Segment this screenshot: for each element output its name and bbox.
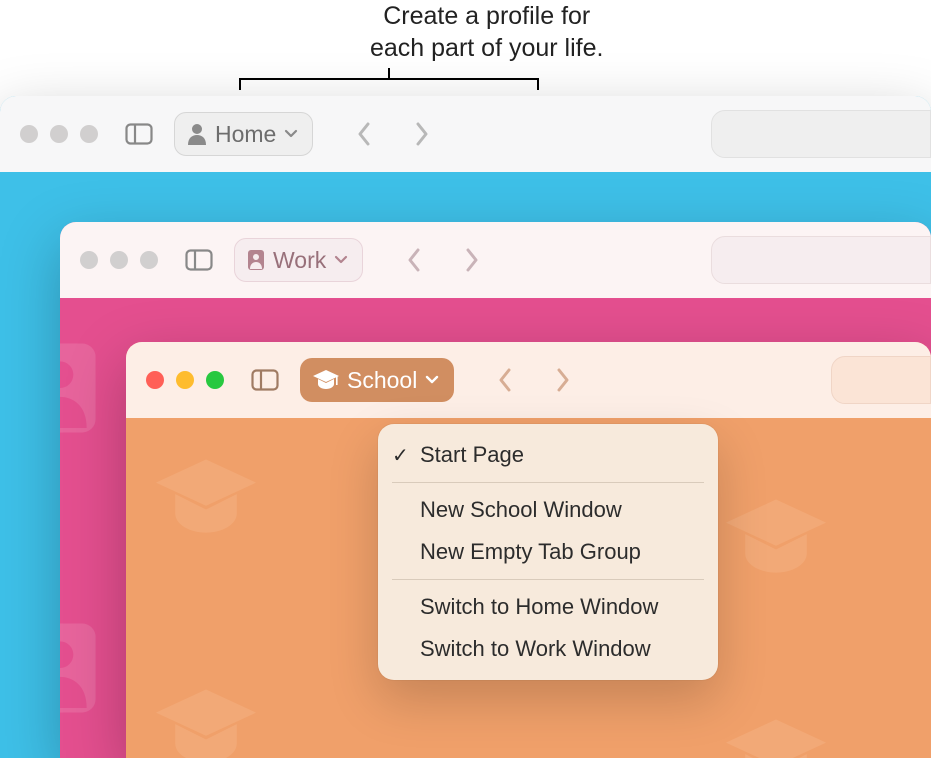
address-bar[interactable]: [711, 110, 931, 158]
back-button[interactable]: [349, 114, 379, 154]
titlebar-work: Work: [60, 222, 931, 298]
menu-item-label: New School Window: [420, 497, 622, 523]
address-bar[interactable]: [831, 356, 931, 404]
chevron-down-icon: [425, 375, 439, 385]
traffic-lights[interactable]: [20, 125, 98, 143]
close-icon[interactable]: [80, 251, 98, 269]
minimize-icon[interactable]: [110, 251, 128, 269]
profile-label: Work: [273, 247, 326, 274]
grad-cap-icon: [313, 370, 339, 390]
back-button[interactable]: [399, 240, 429, 280]
profile-selector-home[interactable]: Home: [174, 112, 313, 156]
back-button[interactable]: [490, 360, 520, 400]
sidebar-toggle-button[interactable]: [182, 245, 216, 275]
grad-cap-icon: [726, 718, 826, 758]
menu-item-switch-work[interactable]: Switch to Work Window: [378, 628, 718, 670]
fullscreen-icon[interactable]: [140, 251, 158, 269]
person-icon: [187, 123, 207, 145]
forward-button[interactable]: [457, 240, 487, 280]
menu-item-label: Switch to Work Window: [420, 636, 651, 662]
close-icon[interactable]: [146, 371, 164, 389]
forward-button[interactable]: [407, 114, 437, 154]
grad-cap-icon: [156, 458, 256, 538]
sidebar-toggle-button[interactable]: [248, 365, 282, 395]
menu-separator: [392, 579, 704, 580]
close-icon[interactable]: [20, 125, 38, 143]
fullscreen-icon[interactable]: [80, 125, 98, 143]
sidebar-toggle-button[interactable]: [122, 119, 156, 149]
profile-selector-work[interactable]: Work: [234, 238, 363, 282]
menu-separator: [392, 482, 704, 483]
minimize-icon[interactable]: [50, 125, 68, 143]
menu-item-new-school-window[interactable]: New School Window: [378, 489, 718, 531]
callout-bracket: [239, 76, 539, 92]
profile-label: School: [347, 367, 417, 394]
menu-item-label: Start Page: [420, 442, 524, 468]
menu-item-new-empty-tab-group[interactable]: New Empty Tab Group: [378, 531, 718, 573]
badge-icon: [247, 249, 265, 271]
menu-item-switch-home[interactable]: Switch to Home Window: [378, 586, 718, 628]
profile-dropdown-menu: Start Page New School Window New Empty T…: [378, 424, 718, 680]
address-bar[interactable]: [711, 236, 931, 284]
grad-cap-icon: [156, 688, 256, 758]
profile-label: Home: [215, 121, 276, 148]
menu-item-label: Switch to Home Window: [420, 594, 658, 620]
chevron-down-icon: [334, 255, 348, 265]
fullscreen-icon[interactable]: [206, 371, 224, 389]
minimize-icon[interactable]: [176, 371, 194, 389]
menu-item-label: New Empty Tab Group: [420, 539, 641, 565]
traffic-lights[interactable]: [146, 371, 224, 389]
forward-button[interactable]: [548, 360, 578, 400]
titlebar-school: School: [126, 342, 931, 418]
titlebar-home: Home: [0, 96, 931, 172]
traffic-lights[interactable]: [80, 251, 158, 269]
badge-icon: [60, 338, 100, 438]
callout-text: Create a profile foreach part of your li…: [370, 0, 603, 64]
menu-item-start-page[interactable]: Start Page: [378, 434, 718, 476]
badge-icon: [60, 618, 100, 718]
chevron-down-icon: [284, 129, 298, 139]
grad-cap-icon: [726, 498, 826, 578]
profile-selector-school[interactable]: School: [300, 358, 454, 402]
